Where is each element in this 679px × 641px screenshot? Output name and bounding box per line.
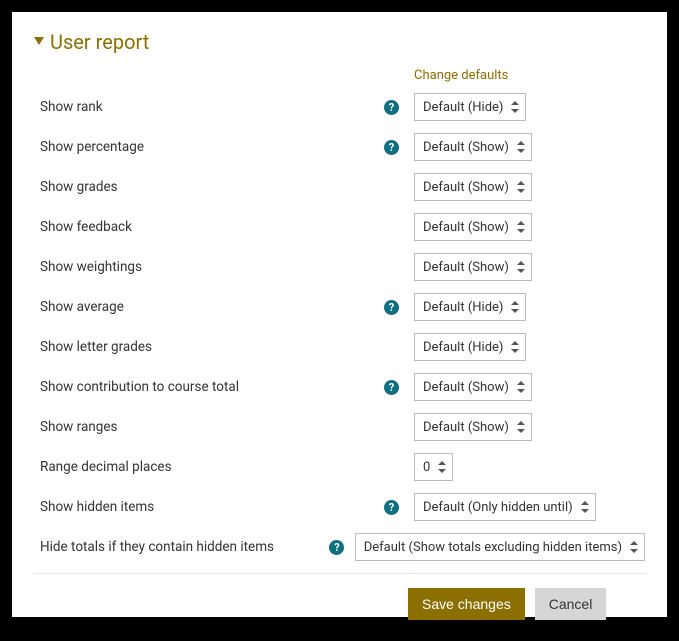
section-header[interactable]: User report <box>34 30 645 54</box>
select-show-hidden[interactable]: Default (Only hidden until) <box>414 493 596 521</box>
select-show-contrib[interactable]: Default (Show) <box>414 373 532 401</box>
chevron-sort-icon <box>630 541 638 553</box>
chevron-sort-icon <box>581 501 589 513</box>
label-show-contrib: Show contribution to course total <box>34 379 384 395</box>
settings-panel: User report Change defaults Show rank ? … <box>12 12 667 617</box>
label-show-hidden: Show hidden items <box>34 499 384 515</box>
actions-bar: Save changes Cancel <box>34 573 645 620</box>
select-show-weightings[interactable]: Default (Show) <box>414 253 532 281</box>
help-icon[interactable]: ? <box>384 300 399 315</box>
select-show-ranges[interactable]: Default (Show) <box>414 413 532 441</box>
chevron-sort-icon <box>511 341 519 353</box>
cancel-button[interactable]: Cancel <box>535 588 607 620</box>
label-show-weightings: Show weightings <box>34 259 384 275</box>
select-show-average[interactable]: Default (Hide) <box>414 293 526 321</box>
chevron-sort-icon <box>517 221 525 233</box>
select-show-grades[interactable]: Default (Show) <box>414 173 532 201</box>
label-show-feedback: Show feedback <box>34 219 384 235</box>
chevron-sort-icon <box>511 301 519 313</box>
label-show-grades: Show grades <box>34 179 384 195</box>
label-show-rank: Show rank <box>34 99 384 115</box>
chevron-sort-icon <box>517 181 525 193</box>
label-hide-totals: Hide totals if they contain hidden items <box>34 539 329 555</box>
section-title: User report <box>50 30 149 54</box>
help-icon[interactable]: ? <box>384 140 399 155</box>
select-show-feedback[interactable]: Default (Show) <box>414 213 532 241</box>
select-show-letter[interactable]: Default (Hide) <box>414 333 526 361</box>
help-icon[interactable]: ? <box>384 500 399 515</box>
help-icon[interactable]: ? <box>384 380 399 395</box>
label-show-average: Show average <box>34 299 384 315</box>
collapse-icon <box>34 37 44 47</box>
save-button[interactable]: Save changes <box>408 588 525 620</box>
label-show-percentage: Show percentage <box>34 139 384 155</box>
help-icon[interactable]: ? <box>329 540 344 555</box>
chevron-sort-icon <box>517 261 525 273</box>
label-range-decimal: Range decimal places <box>34 459 384 475</box>
select-hide-totals[interactable]: Default (Show totals excluding hidden it… <box>355 533 645 561</box>
chevron-sort-icon <box>517 381 525 393</box>
chevron-sort-icon <box>438 461 446 473</box>
select-range-decimal[interactable]: 0 <box>414 453 453 481</box>
change-defaults-link[interactable]: Change defaults <box>414 68 508 83</box>
help-icon[interactable]: ? <box>384 100 399 115</box>
label-show-ranges: Show ranges <box>34 419 384 435</box>
form-rows: Show rank ? Default (Hide) Show percenta… <box>34 87 645 567</box>
chevron-sort-icon <box>517 141 525 153</box>
select-show-rank[interactable]: Default (Hide) <box>414 93 526 121</box>
chevron-sort-icon <box>511 101 519 113</box>
select-show-percentage[interactable]: Default (Show) <box>414 133 532 161</box>
chevron-sort-icon <box>517 421 525 433</box>
label-show-letter: Show letter grades <box>34 339 384 355</box>
